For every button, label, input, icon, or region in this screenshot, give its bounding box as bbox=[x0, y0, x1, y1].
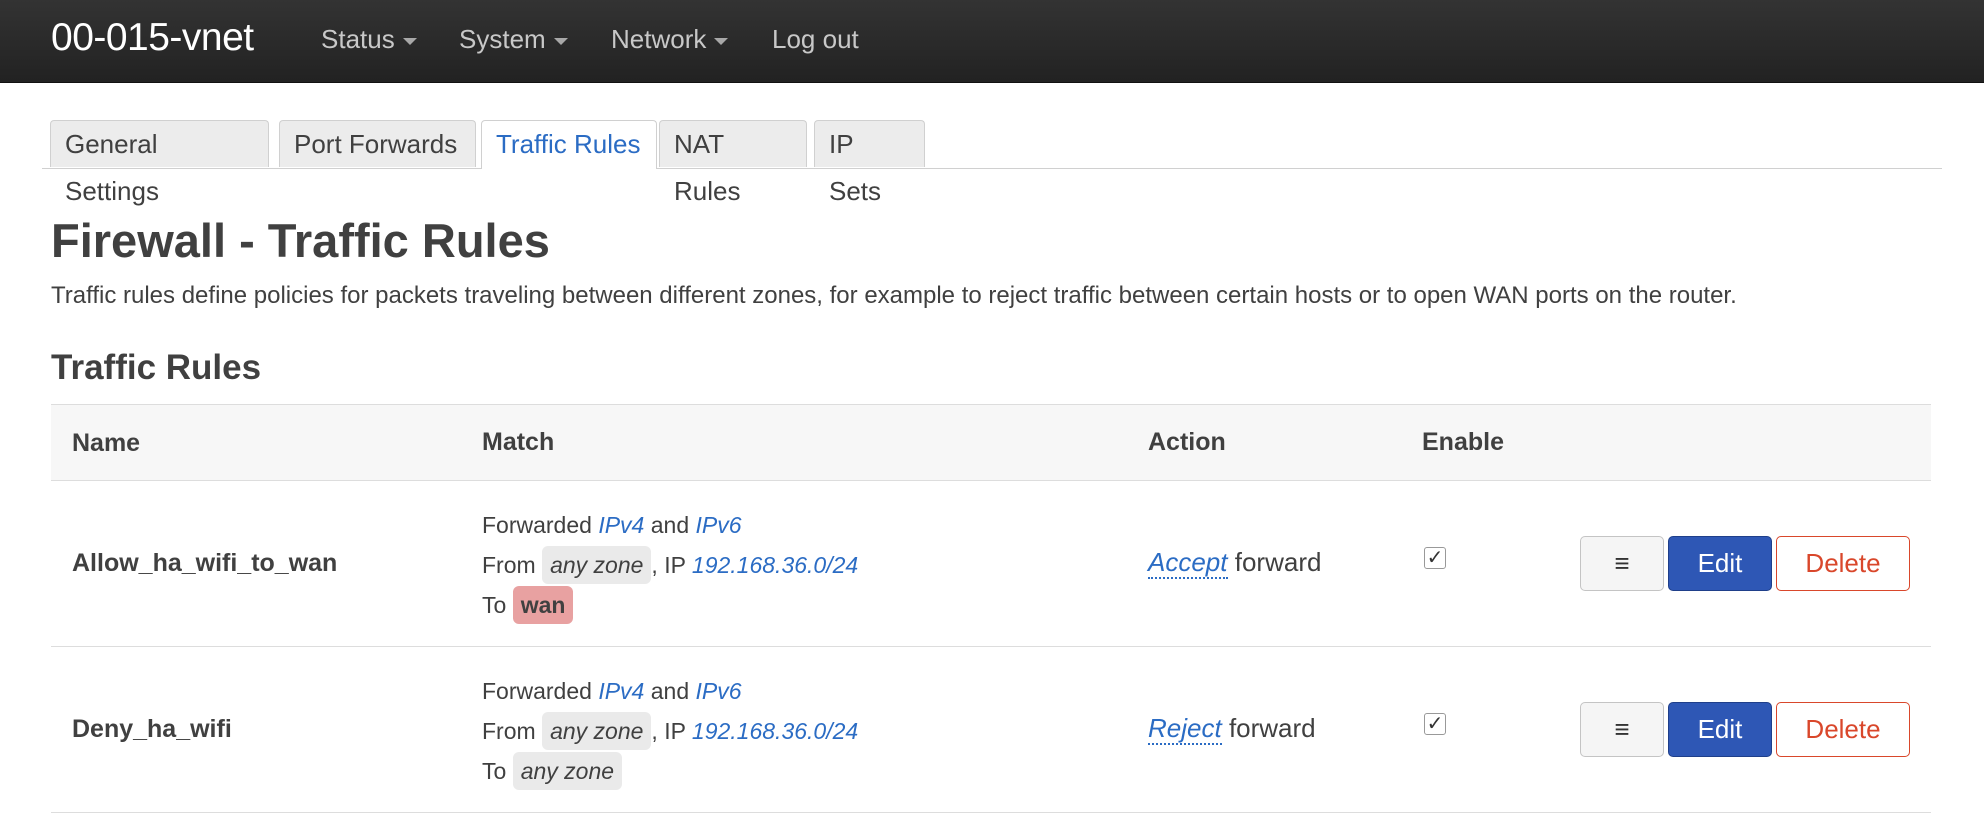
action-target: forward bbox=[1228, 713, 1316, 743]
brand-hostname[interactable]: 00-015-vnet bbox=[51, 16, 254, 60]
checkmark-icon: ✓ bbox=[1426, 547, 1444, 569]
tab-traffic-rules[interactable]: Traffic Rules bbox=[481, 120, 657, 169]
column-header-enable: Enable bbox=[1422, 428, 1504, 456]
reorder-menu-button[interactable]: ≡ bbox=[1580, 536, 1664, 591]
reorder-menu-button[interactable]: ≡ bbox=[1580, 702, 1664, 757]
action-verb-link[interactable]: Reject bbox=[1148, 713, 1222, 745]
match-to-text: To bbox=[482, 592, 507, 618]
match-ip-label: , IP bbox=[651, 718, 686, 744]
nav-network-label: Network bbox=[611, 24, 707, 54]
nav-system-menu[interactable]: System bbox=[459, 24, 568, 55]
ipv4-link: IPv4 bbox=[598, 512, 645, 538]
enable-checkbox[interactable]: ✓ bbox=[1424, 713, 1446, 735]
column-header-name: Name bbox=[72, 429, 141, 457]
source-ip-value: 192.168.36.0/24 bbox=[691, 552, 859, 578]
column-header-match: Match bbox=[482, 428, 555, 456]
match-and-text: and bbox=[650, 512, 690, 538]
column-header-action: Action bbox=[1148, 428, 1226, 456]
rule-name: Allow_ha_wifi_to_wan bbox=[72, 549, 338, 577]
rule-name: Deny_ha_wifi bbox=[72, 715, 232, 743]
action-target: forward bbox=[1234, 547, 1322, 577]
edit-button[interactable]: Edit bbox=[1668, 702, 1772, 757]
enable-checkbox[interactable]: ✓ bbox=[1424, 547, 1446, 569]
rule-action: Reject forward bbox=[1148, 713, 1316, 745]
match-and-text: and bbox=[650, 678, 690, 704]
source-ip-value: 192.168.36.0/24 bbox=[691, 718, 859, 744]
nav-status-menu[interactable]: Status bbox=[321, 24, 417, 55]
tab-port-forwards[interactable]: Port Forwards bbox=[279, 120, 476, 167]
nav-status-label: Status bbox=[321, 24, 395, 54]
page-description: Traffic rules define policies for packet… bbox=[51, 282, 1737, 309]
match-ip-label: , IP bbox=[651, 552, 686, 578]
nav-logout-link[interactable]: Log out bbox=[772, 24, 859, 55]
tab-nat-rules[interactable]: NAT Rules bbox=[659, 120, 807, 206]
chevron-down-icon bbox=[553, 37, 568, 45]
ipv4-link: IPv4 bbox=[598, 678, 645, 704]
table-row: Deny_ha_wifi Forwarded IPv4 and IPv6 Fro… bbox=[51, 647, 1931, 813]
page-title: Firewall - Traffic Rules bbox=[51, 214, 550, 267]
destination-zone-badge: any zone bbox=[512, 752, 623, 790]
edit-button[interactable]: Edit bbox=[1668, 536, 1772, 591]
action-verb-link[interactable]: Accept bbox=[1148, 547, 1228, 579]
tab-ip-sets[interactable]: IP Sets bbox=[814, 120, 925, 206]
checkmark-icon: ✓ bbox=[1426, 713, 1444, 735]
delete-button[interactable]: Delete bbox=[1776, 536, 1910, 591]
firewall-tabs: General Settings Port Forwards Traffic R… bbox=[42, 120, 1942, 206]
ipv6-link: IPv6 bbox=[695, 678, 742, 704]
rule-match: Forwarded IPv4 and IPv6 From any zone, I… bbox=[482, 671, 858, 791]
nav-system-label: System bbox=[459, 24, 546, 54]
ipv6-link: IPv6 bbox=[695, 512, 742, 538]
match-forwarded-text: Forwarded bbox=[482, 678, 592, 704]
table-header: Name Match Action Enable bbox=[51, 404, 1931, 481]
nav-network-menu[interactable]: Network bbox=[611, 24, 729, 55]
match-to-text: To bbox=[482, 758, 507, 784]
match-family-line: Forwarded IPv4 and IPv6 bbox=[482, 671, 858, 711]
chevron-down-icon bbox=[714, 37, 729, 45]
rule-match: Forwarded IPv4 and IPv6 From any zone, I… bbox=[482, 505, 858, 625]
traffic-rules-table: Name Match Action Enable Allow_ha_wifi_t… bbox=[51, 404, 1931, 813]
match-from-line: From any zone, IP 192.168.36.0/24 bbox=[482, 711, 858, 751]
match-from-line: From any zone, IP 192.168.36.0/24 bbox=[482, 545, 858, 585]
table-row: Allow_ha_wifi_to_wan Forwarded IPv4 and … bbox=[51, 481, 1931, 647]
source-zone-badge: any zone bbox=[542, 712, 652, 750]
match-to-line: To any zone bbox=[482, 751, 858, 791]
top-navbar: 00-015-vnet Status System Network Log ou… bbox=[0, 0, 1984, 83]
source-zone-badge: any zone bbox=[542, 546, 652, 584]
match-family-line: Forwarded IPv4 and IPv6 bbox=[482, 505, 858, 545]
destination-zone-badge: wan bbox=[512, 586, 574, 624]
chevron-down-icon bbox=[402, 37, 417, 45]
rule-action: Accept forward bbox=[1148, 547, 1322, 579]
tab-general-settings[interactable]: General Settings bbox=[50, 120, 269, 206]
match-from-text: From bbox=[482, 718, 536, 744]
section-title: Traffic Rules bbox=[51, 348, 262, 387]
delete-button[interactable]: Delete bbox=[1776, 702, 1910, 757]
match-to-line: To wan bbox=[482, 585, 858, 625]
match-forwarded-text: Forwarded bbox=[482, 512, 592, 538]
match-from-text: From bbox=[482, 552, 536, 578]
